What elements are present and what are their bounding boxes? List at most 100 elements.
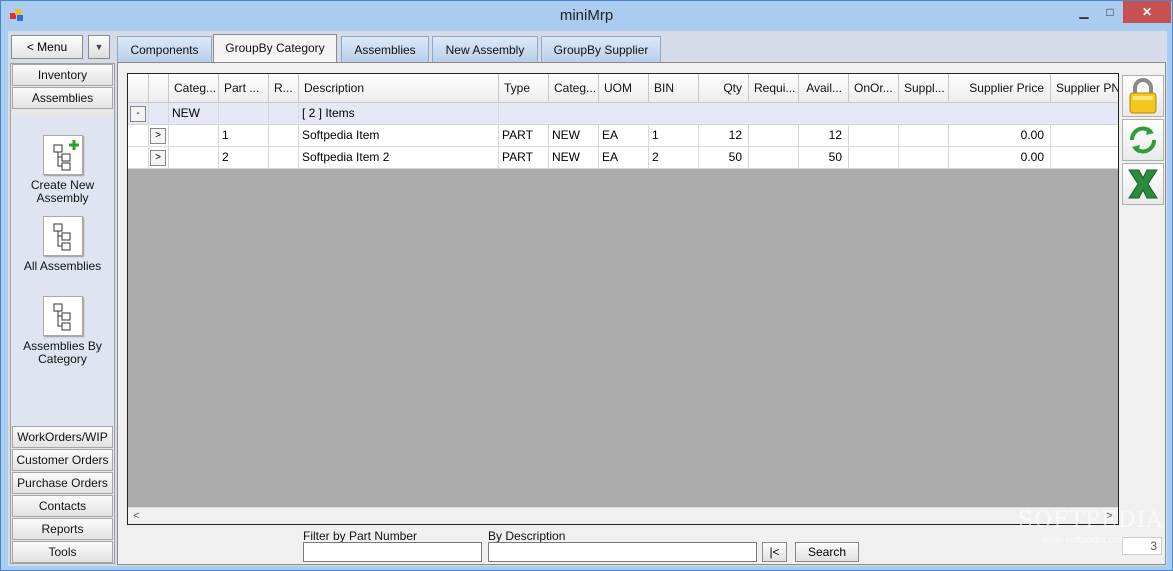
expand-row-button[interactable]: > xyxy=(150,128,166,144)
cell-category-2[interactable]: NEW xyxy=(549,125,599,147)
cell-description[interactable]: Softpedia Item 2 xyxy=(299,147,499,169)
cell-description[interactable]: Softpedia Item xyxy=(299,125,499,147)
tab-page: Categ... Part ... R... Description Type … xyxy=(117,62,1166,565)
header-type[interactable]: Type xyxy=(499,74,549,103)
lock-button[interactable] xyxy=(1122,75,1164,117)
cell-qty[interactable]: 12 xyxy=(699,125,749,147)
cell-bin[interactable]: 1 xyxy=(649,125,699,147)
nav-reports-button[interactable]: Reports xyxy=(12,518,113,540)
lock-icon xyxy=(1129,78,1157,114)
cell-supplier-pno[interactable] xyxy=(1051,147,1118,169)
header-bin[interactable]: BIN xyxy=(649,74,699,103)
minimize-button[interactable]: ▁ xyxy=(1071,1,1097,23)
horizontal-scrollbar[interactable]: < > xyxy=(128,507,1118,524)
table-row[interactable]: > 2 Softpedia Item 2 PART NEW EA 2 50 50… xyxy=(128,147,1118,169)
title-bar[interactable]: miniMrp ▁ □ ✕ xyxy=(1,1,1172,31)
cell-supplier-price[interactable]: 0.00 xyxy=(949,125,1051,147)
cell-on-order[interactable] xyxy=(849,147,899,169)
row-indicator xyxy=(128,147,149,169)
cell-r[interactable] xyxy=(269,147,299,169)
maximize-button[interactable]: □ xyxy=(1097,1,1123,23)
cell-available[interactable]: 50 xyxy=(799,147,849,169)
menu-dropdown-button[interactable]: ▼ xyxy=(88,35,110,59)
cell-uom[interactable]: EA xyxy=(599,147,649,169)
tab-groupby-supplier[interactable]: GroupBy Supplier xyxy=(541,36,661,62)
collapse-toggle[interactable]: - xyxy=(130,106,146,122)
nav-item-area: Create New Assembly All Assemblies Assem… xyxy=(12,116,113,455)
tab-groupby-category[interactable]: GroupBy Category xyxy=(213,34,337,63)
nav-contacts-button[interactable]: Contacts xyxy=(12,495,113,517)
cell-type[interactable]: PART xyxy=(499,125,549,147)
excel-icon xyxy=(1128,169,1158,199)
header-supplier-pno[interactable]: Supplier PNo xyxy=(1051,74,1118,103)
header-supplier-price[interactable]: Supplier Price xyxy=(949,74,1051,103)
filter-description-label: By Description xyxy=(488,529,566,543)
nav-all-assemblies-label: All Assemblies xyxy=(23,259,102,273)
cell-category[interactable] xyxy=(169,125,219,147)
header-on-order[interactable]: OnOr... xyxy=(849,74,899,103)
header-description[interactable]: Description xyxy=(299,74,499,103)
header-available[interactable]: Avail... xyxy=(799,74,849,103)
cell-qty[interactable]: 50 xyxy=(699,147,749,169)
row-expander-cell[interactable]: > xyxy=(149,147,169,169)
header-r[interactable]: R... xyxy=(269,74,299,103)
group-row[interactable]: - NEW [ 2 ] Items xyxy=(128,103,1118,125)
nav-customer-orders-button[interactable]: Customer Orders xyxy=(12,449,113,471)
tab-components[interactable]: Components xyxy=(117,36,212,62)
header-uom[interactable]: UOM xyxy=(599,74,649,103)
filter-part-input[interactable] xyxy=(303,542,482,562)
row-indicator xyxy=(128,125,149,147)
cell-uom[interactable]: EA xyxy=(599,125,649,147)
cell-category[interactable] xyxy=(169,147,219,169)
menu-button[interactable]: < Menu xyxy=(11,35,83,59)
navigation-panel: Inventory Assemblies Create New Assembly xyxy=(10,63,115,564)
cell-available[interactable]: 12 xyxy=(799,125,849,147)
cell-supplier-pno[interactable] xyxy=(1051,125,1118,147)
expand-row-button[interactable]: > xyxy=(150,150,166,166)
scroll-left-button[interactable]: < xyxy=(128,508,145,524)
cell-r[interactable] xyxy=(269,125,299,147)
header-required[interactable]: Requi... xyxy=(749,74,799,103)
search-button[interactable]: Search xyxy=(795,542,859,562)
cell-required[interactable] xyxy=(749,147,799,169)
excel-export-button[interactable] xyxy=(1122,163,1164,205)
nav-inventory-button[interactable]: Inventory xyxy=(12,64,113,86)
cell-part[interactable]: 1 xyxy=(219,125,269,147)
nav-assemblies-by-category-label: Assemblies By Category xyxy=(23,339,102,366)
nav-assemblies-by-category[interactable]: Assemblies By Category xyxy=(12,296,113,366)
row-expander-cell[interactable]: > xyxy=(149,125,169,147)
nav-all-assemblies[interactable]: All Assemblies xyxy=(12,216,113,273)
cell-required[interactable] xyxy=(749,125,799,147)
data-grid[interactable]: Categ... Part ... R... Description Type … xyxy=(127,73,1119,525)
assemblies-category-icon xyxy=(42,296,83,336)
table-row[interactable]: > 1 Softpedia Item PART NEW EA 1 12 12 0… xyxy=(128,125,1118,147)
nav-workorders-button[interactable]: WorkOrders/WIP xyxy=(12,426,113,448)
cell-category-2[interactable]: NEW xyxy=(549,147,599,169)
cell-supplier[interactable] xyxy=(899,147,949,169)
group-cell xyxy=(269,103,299,125)
tab-new-assembly[interactable]: New Assembly xyxy=(432,36,538,62)
group-category: NEW xyxy=(169,103,219,125)
refresh-button[interactable] xyxy=(1122,119,1164,161)
cell-supplier-price[interactable]: 0.00 xyxy=(949,147,1051,169)
group-toggle-cell[interactable]: - xyxy=(128,103,149,125)
tab-assemblies[interactable]: Assemblies xyxy=(341,36,429,62)
nav-tools-button[interactable]: Tools xyxy=(12,541,113,563)
cell-on-order[interactable] xyxy=(849,125,899,147)
cell-supplier[interactable] xyxy=(899,125,949,147)
first-record-button[interactable]: |< xyxy=(762,542,787,562)
cell-part[interactable]: 2 xyxy=(219,147,269,169)
cell-type[interactable]: PART xyxy=(499,147,549,169)
header-category[interactable]: Categ... xyxy=(169,74,219,103)
cell-bin[interactable]: 2 xyxy=(649,147,699,169)
header-category-2[interactable]: Categ... xyxy=(549,74,599,103)
header-supplier[interactable]: Suppl... xyxy=(899,74,949,103)
nav-purchase-orders-button[interactable]: Purchase Orders xyxy=(12,472,113,494)
close-button[interactable]: ✕ xyxy=(1123,1,1171,23)
nav-create-assembly-label: Create New Assembly xyxy=(30,178,95,205)
filter-description-input[interactable] xyxy=(488,542,757,562)
header-qty[interactable]: Qty xyxy=(699,74,749,103)
nav-create-assembly[interactable]: Create New Assembly xyxy=(12,135,113,205)
header-part[interactable]: Part ... xyxy=(219,74,269,103)
nav-assemblies-button[interactable]: Assemblies xyxy=(12,87,113,109)
